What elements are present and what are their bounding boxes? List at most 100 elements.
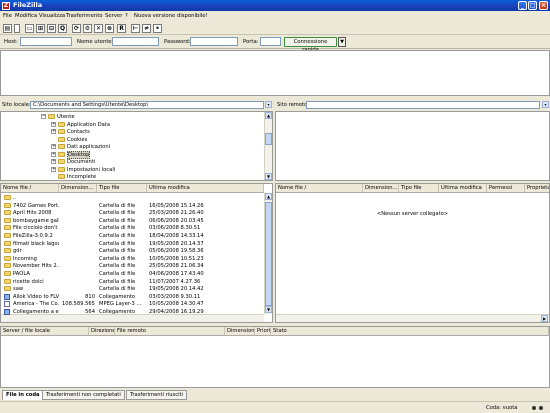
menu-server[interactable]: Server [105,13,122,19]
minimize-button[interactable]: _ [518,1,527,10]
close-button[interactable]: × [539,1,548,10]
folder-icon [48,114,55,119]
col-queue-remote[interactable]: File remoto [115,327,225,336]
col-local-size[interactable]: Dimension... [59,184,97,193]
tree-expander-icon[interactable]: + [51,144,56,149]
folder-icon [4,233,11,238]
process-queue-icon[interactable]: ⚙ [83,24,92,33]
message-log-icon[interactable]: ▭ [25,24,34,33]
tab-queued-files[interactable]: File in coda [2,390,44,400]
tree-expander-icon[interactable]: + [51,121,56,127]
scroll-down-icon[interactable]: ▼ [265,306,272,313]
col-remote-size[interactable]: Dimension... [363,184,399,193]
local-list-scrollbar[interactable]: ▲ ▼ [264,193,272,314]
toolbar: ▤ ▭ ⊞ ⊟ Q ⟳ ⚙ ✕ ⊗ R ⊢ ≠ ⚭ [0,21,550,35]
local-file-list[interactable]: Nome file / Dimension... Tipo file Ultim… [0,183,273,323]
col-local-modified[interactable]: Ultima modifica [147,184,264,193]
scroll-right-icon[interactable]: ▶ [541,315,548,322]
scroll-down-icon[interactable]: ▼ [265,173,272,180]
disconnect-icon[interactable]: ⊗ [105,24,114,33]
local-path-dropdown[interactable]: ▾ [265,101,272,108]
menu-help[interactable]: ? [125,13,128,19]
local-tree-scrollbar[interactable]: ▲ ▼ [264,112,272,180]
file-icon [4,301,10,308]
menu-trasferimento[interactable]: Trasferimento [66,13,103,19]
col-queue-priority[interactable]: Priorità [255,327,271,336]
file-modified: 29/04/2008 16.19.29 [149,309,204,315]
tree-node-label: Impostazioni locali [67,166,116,173]
tree-node-label: Cookies [67,136,88,143]
menu-visualizza[interactable]: Visualizza [39,13,65,19]
tab-successful-transfers[interactable]: Trasferimenti riusciti [126,390,188,400]
col-remote-permissions[interactable]: Permessi [487,184,525,193]
folder-icon [4,210,11,216]
username-input[interactable] [112,37,159,46]
title-bar: Z FileZilla _ □ × [0,0,550,11]
col-remote-name[interactable]: Nome file / [276,184,363,193]
menu-bar: File Modifica Visualizza Trasferimento S… [0,11,550,21]
quickconnect-button[interactable]: Connessione rapida [284,36,337,53]
compare-icon[interactable]: ≠ [142,24,151,33]
shortcut-icon [4,293,10,300]
menu-modifica[interactable]: Modifica [15,13,37,19]
folder-icon [4,195,11,200]
scroll-up-icon[interactable]: ▲ [265,193,272,200]
col-local-type[interactable]: Tipo file [97,184,147,193]
file-name: Collegamento a e... [13,309,59,315]
menu-file[interactable]: File [3,13,12,19]
refresh-icon[interactable]: ⟳ [72,24,81,33]
quickconnect-bar: Host: Nome utente: Password: Porta: Conn… [0,35,550,53]
scroll-up-icon[interactable]: ▲ [265,112,272,119]
tree-expander-icon[interactable]: + [51,159,56,164]
remote-path-input[interactable] [306,101,540,109]
tree-expander-icon[interactable]: + [51,166,56,172]
tree-node-label: Dati applicazioni [67,144,111,150]
filter-icon[interactable]: ⊢ [131,24,140,33]
file-row[interactable]: Collegamento a e... 564 Collegamento 29/04/… [1,308,263,316]
tree-expander-icon[interactable]: + [51,129,56,134]
col-remote-modified[interactable]: Ultima modifica [439,184,487,193]
reconnect-icon[interactable]: R [117,24,126,33]
folder-icon [4,217,11,223]
col-queue-direction[interactable]: Direzione [89,327,115,336]
col-local-name[interactable]: Nome file / [1,184,59,193]
local-path-input[interactable]: C:\Documents and Settings\Utente\Desktop… [30,101,264,109]
col-remote-owner[interactable]: Proprietario [525,184,549,193]
menu-new-version[interactable]: Nuova versione disponibile! [134,13,208,19]
tab-failed-transfers[interactable]: Trasferimenti non completati [42,390,125,400]
col-queue-size[interactable]: Dimensione [225,327,255,336]
host-input[interactable] [20,37,72,46]
scroll-thumb[interactable] [265,133,272,145]
port-label: Porta: [243,39,259,45]
file-size: 564 [85,309,95,315]
folder-icon [4,240,11,246]
password-input[interactable] [190,37,238,46]
remote-tree-icon[interactable]: ⊟ [47,24,56,33]
tree-node[interactable]: Incomplete [51,173,96,180]
col-queue-status[interactable]: Stato [271,327,549,336]
col-remote-type[interactable]: Tipo file [399,184,439,193]
port-input[interactable] [260,37,281,46]
site-manager-icon[interactable]: ▤ [3,24,12,33]
maximize-button[interactable]: □ [528,1,537,10]
local-directory-tree[interactable]: ▲ ▼ − Utente + Application Data + Contacts Coo… [0,111,273,181]
remote-list-hscrollbar[interactable]: ▶ [276,314,549,322]
folder-icon [4,271,11,276]
tree-expander-icon[interactable]: + [51,151,56,157]
quickconnect-history-dropdown[interactable]: ▼ [338,36,346,47]
remote-file-list[interactable]: Nome file / Dimension... Tipo file Ultim… [275,183,550,323]
remote-directory-tree[interactable] [275,111,550,181]
queue-icon[interactable]: Q [58,24,67,33]
message-log[interactable] [0,50,550,96]
remote-path-dropdown[interactable]: ▾ [542,101,549,108]
site-manager-dropdown-icon[interactable] [14,24,20,33]
cancel-icon[interactable]: ✕ [94,24,103,33]
binoculars-icon[interactable]: ⚭ [153,24,162,33]
col-queue-local[interactable]: Server / file locale [1,327,89,336]
local-tree-icon[interactable]: ⊞ [36,24,45,33]
tree-expander-icon[interactable]: − [41,114,46,119]
file-type: Collegamento [99,309,136,315]
transfer-queue[interactable]: Server / file locale Direzione File remo… [0,326,550,388]
scroll-thumb[interactable] [265,202,272,306]
upload-indicator-icon [532,406,536,410]
